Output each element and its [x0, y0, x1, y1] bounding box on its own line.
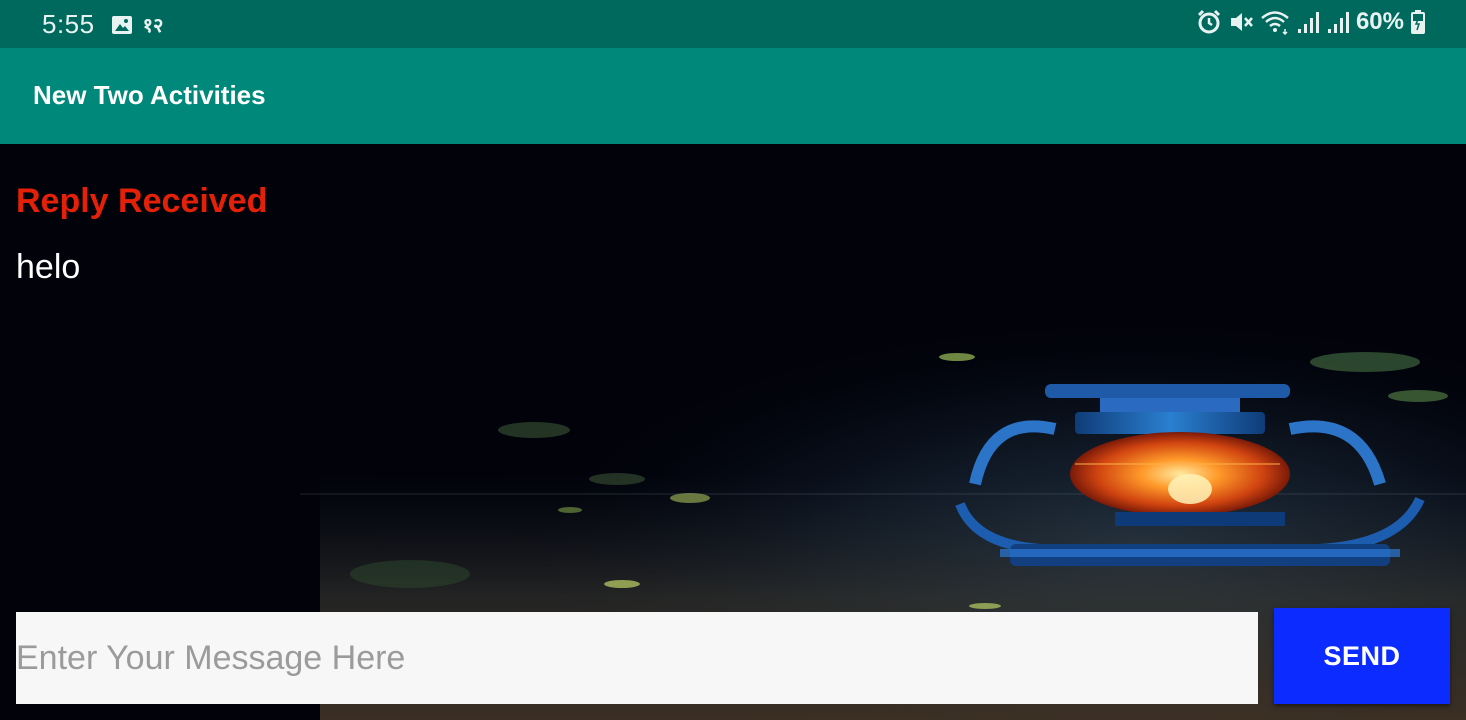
status-time: 5:55	[42, 9, 95, 39]
reply-message: helo	[16, 248, 81, 286]
alarm-icon	[1197, 9, 1221, 34]
reply-heading: Reply Received	[16, 182, 268, 220]
app-bar: New Two Activities	[0, 48, 1466, 144]
battery-percent: 60%	[1355, 8, 1404, 35]
app-title: New Two Activities	[33, 80, 266, 110]
send-button[interactable]: SEND	[1274, 608, 1450, 704]
status-extra-indicator: १२	[142, 15, 164, 37]
status-bar-left: 5:55 १२	[42, 9, 163, 40]
message-input[interactable]	[16, 612, 1258, 704]
signal-icon	[1297, 12, 1319, 33]
status-bar: 5:55 १२ 60%	[0, 0, 1466, 48]
status-bar-right: 60%	[1190, 8, 1426, 36]
mute-icon	[1230, 13, 1253, 31]
gallery-icon	[111, 14, 133, 36]
battery-icon	[1411, 10, 1425, 34]
main-content: Reply Received helo SEND	[0, 144, 1466, 720]
wifi-icon	[1261, 11, 1289, 35]
signal-icon	[1327, 12, 1349, 33]
